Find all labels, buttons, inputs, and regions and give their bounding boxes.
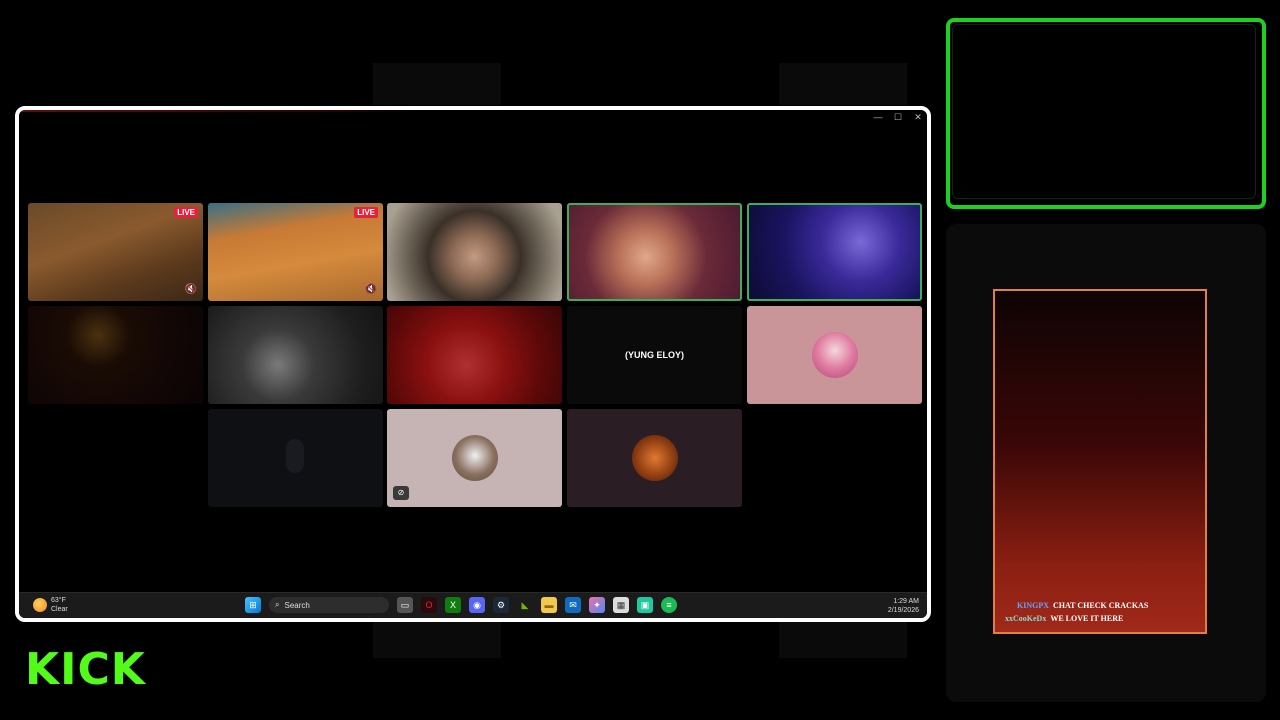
opera-icon[interactable]: O (421, 597, 437, 613)
kick-logo: KICK (25, 644, 146, 695)
avatar (451, 435, 498, 481)
screen-share-window: — ☐ ✕ LIVE 🔇 LIVE 🔇 (YUNG ELOY) ⊘ 63°F C… (15, 106, 931, 622)
maximize-icon[interactable]: ☐ (893, 112, 903, 123)
background-panel (779, 622, 907, 658)
participant-tile-13[interactable] (567, 409, 742, 507)
search-label: Search (284, 600, 310, 610)
participant-tile-4[interactable] (567, 203, 742, 301)
nvidia-icon[interactable]: ◣ (517, 597, 533, 613)
taskbar-apps: ⊞ ⌕ Search ▭ O X ◉ ⚙ ◣ ▬ ✉ ✦ ▦ ▣ ≡ (245, 597, 677, 613)
background-panel (779, 63, 907, 105)
participant-tile-9[interactable]: (YUNG ELOY) (567, 306, 742, 404)
window-controls: — ☐ ✕ (873, 112, 923, 123)
chat-username: KINGPX (1017, 601, 1049, 610)
system-clock[interactable]: 1:29 AM 2/19/2026 (888, 597, 919, 615)
weather-widget[interactable]: 63°F Clear (33, 596, 68, 614)
live-badge: LIVE (174, 207, 198, 218)
speaker-mute-icon[interactable]: 🔇 (185, 284, 197, 295)
stream-overlay: — ☐ ✕ LIVE 🔇 LIVE 🔇 (YUNG ELOY) ⊘ 63°F C… (0, 0, 1280, 720)
participant-tile-1[interactable]: LIVE 🔇 (28, 203, 203, 301)
participant-tile-5[interactable] (747, 203, 922, 301)
title-accent (19, 110, 419, 112)
camera-off-icon[interactable]: ⊘ (393, 486, 409, 500)
chat-overlay: KINGPX CHAT CHECK CRACKAS xxCooKeDx WE LOV… (993, 289, 1207, 634)
chat-message: KINGPX CHAT CHECK CRACKAS (1017, 601, 1148, 610)
participant-tile-3[interactable] (387, 203, 562, 301)
close-icon[interactable]: ✕ (913, 112, 923, 123)
participant-tile-6[interactable] (28, 306, 203, 404)
chat-text: WE LOVE IT HERE (1050, 614, 1124, 623)
background-panel (373, 63, 501, 105)
minimize-icon[interactable]: — (873, 112, 883, 123)
search-icon: ⌕ (275, 600, 280, 609)
windows-start-icon[interactable]: ⊞ (245, 597, 261, 613)
spotify-icon[interactable]: ≡ (661, 597, 677, 613)
chat-message: xxCooKeDx WE LOVE IT HERE (1005, 614, 1123, 623)
search-box[interactable]: ⌕ Search (269, 597, 389, 613)
steam-icon[interactable]: ⚙ (493, 597, 509, 613)
discord-icon[interactable]: ◉ (469, 597, 485, 613)
chat-username: xxCooKeDx (1005, 614, 1047, 623)
xbox-icon[interactable]: X (445, 597, 461, 613)
clock-date: 2/19/2026 (887, 607, 919, 614)
chat-text: CHAT CHECK CRACKAS (1053, 601, 1149, 610)
participant-tile-11[interactable] (208, 409, 383, 507)
background-panel (373, 622, 501, 658)
chat-app-icon[interactable]: ▣ (637, 597, 653, 613)
participant-tile-12[interactable]: ⊘ (387, 409, 562, 507)
avatar (286, 439, 304, 473)
clock-time: 1:29 AM (893, 598, 919, 605)
copilot-icon[interactable]: ✦ (589, 597, 605, 613)
webcam-frame (946, 18, 1266, 209)
avatar (811, 332, 858, 378)
weather-icon (33, 598, 47, 612)
participant-tile-10[interactable] (747, 306, 922, 404)
taskbar: 63°F Clear ⊞ ⌕ Search ▭ O X ◉ ⚙ ◣ ▬ ✉ ✦ … (19, 592, 927, 618)
participant-tile-2[interactable]: LIVE 🔇 (208, 203, 383, 301)
store-icon[interactable]: ▦ (613, 597, 629, 613)
live-badge: LIVE (354, 207, 378, 218)
task-view-icon[interactable]: ▭ (397, 597, 413, 613)
folder-icon[interactable]: ▬ (541, 597, 557, 613)
mail-icon[interactable]: ✉ (565, 597, 581, 613)
avatar (631, 435, 678, 481)
participant-tile-8[interactable] (387, 306, 562, 404)
speaker-mute-icon[interactable]: 🔇 (365, 284, 377, 295)
participant-tile-7[interactable] (208, 306, 383, 404)
weather-condition: Clear (51, 606, 68, 613)
participant-name: (YUNG ELOY) (624, 350, 684, 360)
weather-temp: 63°F (51, 597, 66, 604)
